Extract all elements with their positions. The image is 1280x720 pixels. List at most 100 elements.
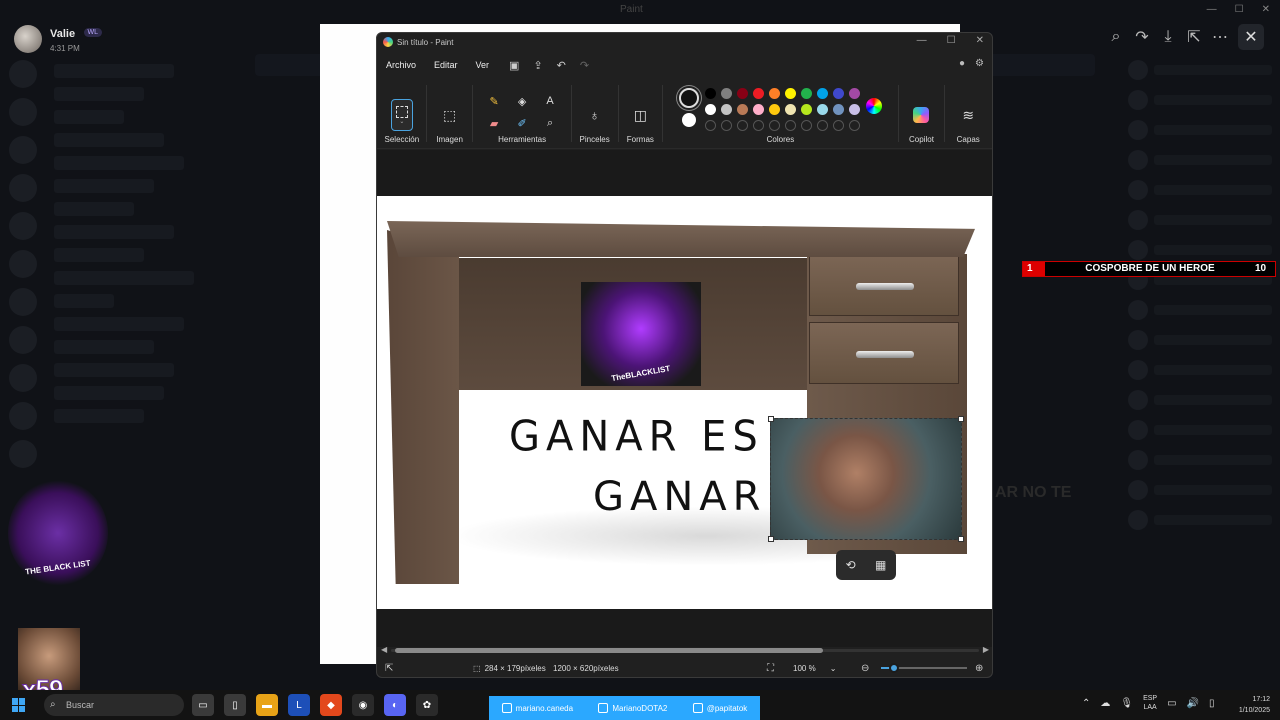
menu-editar[interactable]: Editar [434,60,458,70]
layers-icon[interactable]: ≋ [962,99,974,131]
avatar[interactable] [14,24,42,53]
eraser-icon[interactable]: ▰ [482,115,506,131]
zoom-icon[interactable]: ⌕ [1105,24,1127,50]
color-swatch[interactable] [800,104,812,115]
onedrive-icon[interactable]: ☁ [1100,698,1110,709]
resize-handle[interactable] [958,416,964,422]
save-icon[interactable]: ▣ [509,59,519,72]
color-swatch[interactable] [848,88,860,99]
custom-color-slot[interactable] [752,120,764,131]
selection-tool[interactable]: ⌄ [390,99,413,131]
pencil-icon[interactable]: ✎ [482,93,506,109]
magnifier-icon[interactable]: ⌕ [538,115,562,131]
scrollbar-thumb[interactable] [395,648,823,653]
battery-icon[interactable]: ▯ [1209,698,1215,709]
settings-icon[interactable]: ⚙ [975,58,984,69]
scroll-right-icon[interactable]: ▶ [983,645,989,654]
resize-handle[interactable] [768,536,774,542]
undo-icon[interactable]: ↶ [557,59,566,72]
custom-color-slot[interactable] [720,120,732,131]
edit-colors-icon[interactable] [865,98,882,114]
volume-icon[interactable]: 🔊 [1187,698,1199,709]
custom-color-slot[interactable] [784,120,796,131]
maximize-icon[interactable]: ☐ [947,35,956,46]
rotate-icon[interactable]: ⟲ [846,558,856,572]
download-icon[interactable]: ⤓ [1157,24,1179,50]
close-viewer-button[interactable]: ✕ [1238,24,1264,50]
discord-icon[interactable]: ◐ [384,694,406,716]
zoom-slider[interactable] [881,663,967,673]
zoom-in-icon[interactable]: ⊕ [975,663,983,674]
color-swatch[interactable] [736,88,748,99]
color-swatch[interactable] [752,104,764,115]
group-copilot[interactable]: Copilot [902,79,942,148]
share-icon[interactable]: ⇪ [533,59,542,72]
zoom-slider-knob[interactable] [888,663,899,673]
color-swatch[interactable] [848,104,860,115]
group-selection[interactable]: ⌄ Selección [381,79,423,148]
group-brushes[interactable]: ♁ Pinceles [575,79,615,148]
resize-handle[interactable] [768,416,774,422]
drawing-canvas[interactable]: TheBLACKLIST GANAR ES GANAR ⟲ ▦ [377,196,992,609]
pasted-photo-selection[interactable] [768,416,964,542]
language-indicator[interactable]: ESP LAA [1143,694,1157,712]
custom-color-slot[interactable] [704,120,716,131]
forward-icon[interactable]: ↷ [1131,24,1153,50]
color-swatch[interactable] [768,88,780,99]
group-layers[interactable]: ≋ Capas [948,79,988,148]
group-image[interactable]: ⬚ Imagen [430,79,470,148]
scroll-left-icon[interactable]: ◀ [381,645,387,654]
copilot-icon[interactable] [913,107,930,123]
start-icon[interactable] [12,698,26,712]
minimize-icon[interactable]: — [1207,4,1217,15]
zoom-dropdown[interactable]: 100 % ⌄ [793,664,841,673]
custom-color-slot[interactable] [800,120,812,131]
open-external-icon[interactable]: ⇱ [1183,24,1205,50]
network-icon[interactable]: ▭ [1167,698,1176,709]
color-swatch[interactable] [832,104,844,115]
redo-icon[interactable]: ↷ [580,59,589,72]
color-swatch[interactable] [832,88,844,99]
color-swatch[interactable] [816,88,828,99]
color-swatch[interactable] [800,88,812,99]
task-view-icon[interactable]: ▭ [192,694,214,716]
paint-taskbar-icon[interactable]: ✿ [416,694,438,716]
color-swatch[interactable] [768,104,780,115]
fill-bucket-icon[interactable]: ◈ [510,93,534,109]
custom-color-slot[interactable] [848,120,860,131]
resize-handle[interactable] [958,536,964,542]
system-window-controls[interactable]: — ☐ ✕ [1207,4,1270,15]
file-explorer-icon[interactable]: ▬ [256,694,278,716]
menu-ver[interactable]: Ver [476,60,490,70]
microphone-icon[interactable]: 🎙 [1120,698,1133,709]
color-swatch[interactable] [720,88,732,99]
custom-color-slot[interactable] [768,120,780,131]
text-icon[interactable]: A [538,93,562,109]
primary-color[interactable] [678,88,699,108]
shapes-icon[interactable]: ◫ [634,99,647,131]
search-box[interactable]: ⌕ Buscar [44,694,184,716]
menu-archivo[interactable]: Archivo [386,60,416,70]
color-swatch[interactable] [816,104,828,115]
maximize-icon[interactable]: ☐ [1235,4,1244,15]
horizontal-scrollbar[interactable]: ◀ ▶ [381,645,989,655]
color-swatch[interactable] [784,88,796,99]
zoom-out-icon[interactable]: ⊖ [861,663,869,674]
phone-icon[interactable]: ▯ [224,694,246,716]
color-swatch[interactable] [736,104,748,115]
custom-color-slot[interactable] [832,120,844,131]
secondary-color[interactable] [681,113,696,127]
brave-browser-icon[interactable]: ◆ [320,694,342,716]
paint-titlebar[interactable]: Sin título - Paint — ☐ ✕ [377,33,992,51]
more-options-icon[interactable]: ⋯ [1209,24,1231,50]
color-swatch[interactable] [704,88,716,99]
color-picker-icon[interactable]: ✐ [510,115,534,131]
obs-icon[interactable]: ◉ [352,694,374,716]
remove-background-icon[interactable]: ▦ [875,558,886,572]
user-card[interactable]: Valie WL 4:31 PM [14,24,103,53]
group-shapes[interactable]: ◫ Formas [622,79,660,148]
custom-color-slot[interactable] [736,120,748,131]
fit-to-window-icon[interactable]: ⛶ [767,663,774,674]
color-swatch[interactable] [720,104,732,115]
launcher-icon[interactable]: L [288,694,310,716]
